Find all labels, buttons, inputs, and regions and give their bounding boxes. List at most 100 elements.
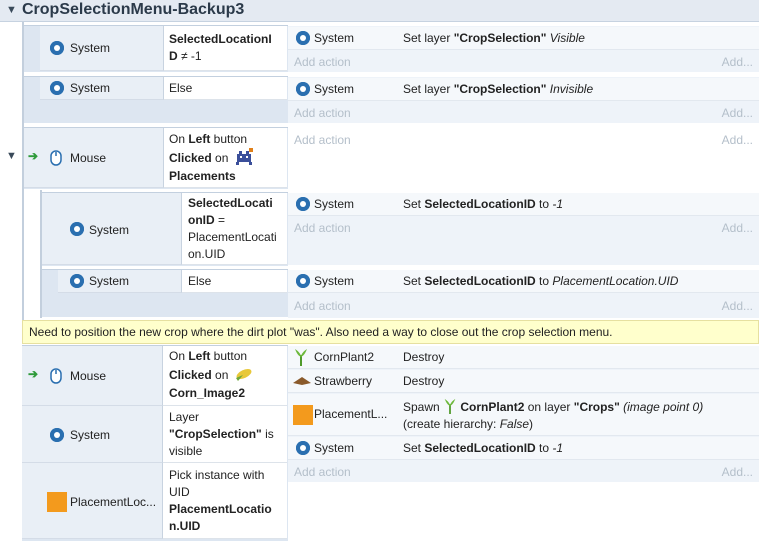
action-row[interactable]: System Set SelectedLocationID to Placeme… — [288, 270, 759, 293]
action-object: System — [314, 31, 355, 45]
add-more-link[interactable]: Add... — [722, 465, 753, 479]
action-value: -1 — [552, 197, 564, 211]
action-row[interactable]: System Set SelectedLocationID to -1 — [288, 437, 759, 460]
event-1-condition[interactable]: SelectedLocationI D ≠ -1 — [164, 26, 287, 71]
object-name: System — [70, 81, 111, 95]
event-3a-condition[interactable]: SelectedLocati onID = PlacementLocati on… — [182, 193, 287, 265]
action-object: System — [314, 82, 355, 96]
event-4-condition-click[interactable]: On Left button Clicked on Corn_Image2 — [163, 346, 287, 406]
event-3a-object[interactable]: System — [42, 193, 182, 265]
action-row[interactable]: PlacementL... Spawn CornPlant2 on layer … — [288, 394, 759, 436]
add-more-link[interactable]: Add... — [722, 106, 753, 120]
add-action-row[interactable]: Add action Add... — [288, 103, 759, 123]
action-word: to — [535, 197, 553, 211]
condition-line: Pick instance with — [169, 468, 265, 482]
action-value: -1 — [552, 441, 564, 455]
add-more-link[interactable]: Add... — [722, 221, 753, 235]
placement-sprite-icon — [293, 405, 313, 425]
event-3b-condition[interactable]: Else — [182, 270, 287, 293]
condition-line: UID — [169, 485, 190, 499]
action-object: CornPlant2 — [314, 350, 375, 364]
action-value: False — [499, 417, 530, 431]
event-4-object-system[interactable]: System — [22, 406, 163, 463]
action-row[interactable]: System Set layer "CropSelection" Invisib… — [288, 78, 759, 101]
event-3-condition[interactable]: On Left button Clicked on Placements — [164, 128, 287, 188]
system-gear-icon — [296, 82, 310, 96]
trigger-arrow-icon: ➔ — [28, 149, 39, 163]
action-word: (create hierarchy: — [403, 417, 500, 431]
mouse-icon — [50, 150, 62, 166]
event-comment[interactable]: Need to position the new crop where the … — [22, 320, 759, 344]
object-name: Mouse — [70, 151, 107, 165]
add-more-link[interactable]: Add... — [722, 133, 753, 147]
object-name: Mouse — [70, 369, 107, 383]
system-gear-icon — [296, 441, 310, 455]
cond-word: On — [169, 132, 189, 146]
cond-word: on — [211, 368, 229, 382]
mouse-icon — [50, 368, 62, 384]
add-action-link[interactable]: Add action — [294, 106, 351, 120]
action-row[interactable]: CornPlant2 Destroy — [288, 346, 759, 369]
action-layer: "Crops" — [573, 400, 620, 414]
action-row[interactable]: System Set SelectedLocationID to -1 — [288, 193, 759, 216]
cond-object: Placements — [169, 169, 236, 183]
else-condition: Else — [188, 274, 212, 288]
action-var: SelectedLocationID — [424, 274, 536, 288]
action-verb: Spawn — [403, 400, 444, 414]
collapse-arrow-icon[interactable]: ▼ — [6, 4, 17, 16]
group-title: CropSelectionMenu-Backup3 — [22, 1, 245, 18]
add-action-row[interactable]: Add action Add... — [288, 296, 759, 316]
add-action-link[interactable]: Add action — [294, 221, 351, 235]
collapse-arrow-icon[interactable]: ▼ — [6, 150, 17, 162]
corn-plant-icon — [295, 349, 307, 366]
event-4-condition-pick[interactable]: Pick instance with UID PlacementLocatio … — [163, 463, 287, 539]
condition-line: on.UID — [188, 247, 226, 261]
event-3b-object[interactable]: System — [58, 270, 182, 293]
add-action-link[interactable]: Add action — [294, 55, 351, 69]
add-action-row[interactable]: Add action Add... — [288, 462, 759, 482]
condition-line: n.UID — [169, 519, 201, 533]
add-action-row[interactable]: Add action Add... — [288, 128, 759, 153]
cond-button: Left — [188, 349, 211, 363]
cond-word: button — [210, 132, 248, 146]
event-group-header[interactable]: ▼ CropSelectionMenu-Backup3 — [0, 0, 759, 22]
action-spawn-object: CornPlant2 — [460, 400, 525, 414]
action-verb: Set layer — [403, 31, 454, 45]
condition-layer: "CropSelection" — [169, 427, 262, 441]
else-condition: Else — [169, 81, 193, 95]
event-2-condition[interactable]: Else — [164, 77, 287, 100]
action-value: PlacementLocation.UID — [552, 274, 679, 288]
add-more-link[interactable]: Add... — [722, 299, 753, 313]
object-name: System — [89, 223, 130, 237]
object-name: PlacementLoc... — [70, 495, 157, 509]
add-action-link[interactable]: Add action — [294, 299, 351, 313]
action-row[interactable]: Strawberry Destroy — [288, 370, 759, 393]
event-4-object-mouse[interactable]: ➔ Mouse — [22, 346, 163, 406]
add-action-link[interactable]: Add action — [294, 465, 351, 479]
add-more-link[interactable]: Add... — [722, 55, 753, 69]
cond-clicked: Clicked — [169, 151, 212, 165]
event-4-condition-layer[interactable]: Layer "CropSelection" is visible — [163, 406, 287, 463]
event-2-object[interactable]: System — [40, 77, 164, 100]
action-row[interactable]: System Set layer "CropSelection" Visible — [288, 27, 759, 50]
event-1-object[interactable]: System — [40, 26, 164, 71]
condition-line: PlacementLocati — [188, 230, 277, 244]
event-3-object[interactable]: ➔ Mouse — [24, 128, 164, 188]
action-var: SelectedLocationID — [424, 441, 536, 455]
condition-line: PlacementLocatio — [169, 502, 272, 516]
action-state: Invisible — [546, 82, 594, 96]
event-4-object-placement[interactable]: PlacementLoc... — [22, 463, 163, 539]
add-action-link[interactable]: Add action — [294, 133, 351, 147]
object-name: System — [89, 274, 130, 288]
cond-word: On — [169, 349, 189, 363]
cond-button: Left — [188, 132, 211, 146]
action-object: PlacementL... — [314, 407, 388, 421]
strawberry-dirt-icon — [293, 377, 311, 385]
action-object: System — [314, 441, 355, 455]
corn-sprite-icon — [236, 369, 252, 381]
condition-var: D — [169, 49, 178, 63]
system-gear-icon — [50, 81, 64, 95]
add-action-row[interactable]: Add action Add... — [288, 52, 759, 72]
action-layer: "CropSelection" — [453, 31, 547, 45]
add-action-row[interactable]: Add action Add... — [288, 218, 759, 238]
